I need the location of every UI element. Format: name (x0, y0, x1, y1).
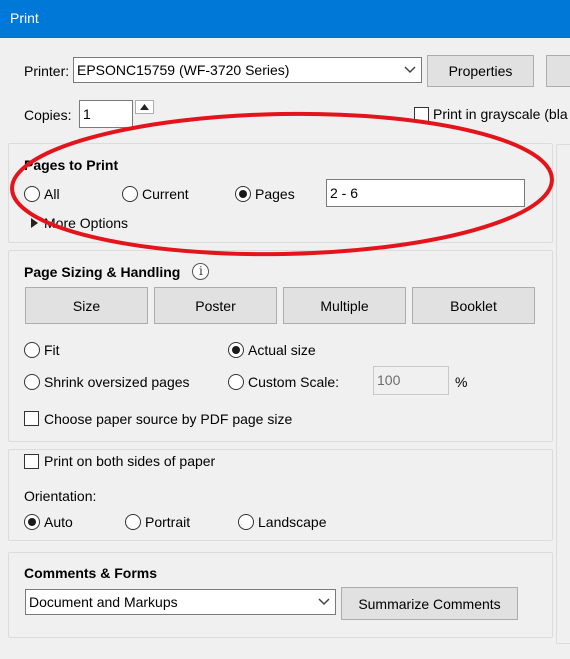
shrink-oversized-label: Shrink oversized pages (44, 374, 190, 390)
choose-paper-source-label: Choose paper source by PDF page size (44, 411, 293, 427)
tab-poster[interactable]: Poster (154, 287, 277, 324)
more-options-link[interactable]: More Options (44, 215, 128, 231)
arrow-up-icon (140, 104, 149, 110)
actual-size-radio[interactable] (228, 342, 244, 358)
summarize-comments-button[interactable]: Summarize Comments (341, 587, 518, 620)
printer-select[interactable]: EPSONC15759 (WF-3720 Series) (73, 57, 422, 83)
advanced-button[interactable] (546, 55, 570, 87)
preview-panel-edge (556, 144, 570, 644)
properties-button-label: Properties (448, 63, 513, 79)
expand-triangle-icon[interactable] (31, 218, 38, 228)
fit-label: Fit (44, 342, 60, 358)
tab-booklet[interactable]: Booklet (412, 287, 535, 324)
custom-scale-radio[interactable] (228, 374, 244, 390)
custom-scale-input[interactable]: 100 (373, 366, 449, 395)
page-range-value: 2 - 6 (330, 185, 359, 201)
both-sides-checkbox[interactable] (24, 454, 39, 469)
pages-range-label: Pages (255, 186, 295, 202)
both-sides-label: Print on both sides of paper (44, 453, 216, 469)
page-range-input[interactable]: 2 - 6 (326, 179, 525, 207)
orientation-portrait-radio[interactable] (125, 514, 141, 530)
choose-paper-source-checkbox[interactable] (24, 411, 39, 426)
tab-size-label: Size (72, 297, 101, 314)
copies-up-button[interactable] (135, 100, 154, 114)
printer-selected-value: EPSONC15759 (WF-3720 Series) (77, 62, 290, 78)
tab-multiple[interactable]: Multiple (283, 287, 406, 324)
orientation-auto-radio[interactable] (24, 514, 40, 530)
orientation-landscape-radio[interactable] (238, 514, 254, 530)
actual-size-label: Actual size (248, 342, 316, 358)
tab-multiple-label: Multiple (320, 297, 369, 314)
grayscale-checkbox[interactable] (414, 107, 429, 122)
summarize-comments-label: Summarize Comments (358, 595, 501, 612)
pages-range-radio[interactable] (235, 186, 251, 202)
orientation-auto-label: Auto (44, 514, 73, 530)
orientation-portrait-label: Portrait (145, 514, 191, 530)
info-icon[interactable]: i (192, 263, 209, 280)
properties-button[interactable]: Properties (427, 55, 534, 87)
chevron-down-icon[interactable] (399, 58, 421, 82)
printer-label: Printer: (24, 63, 70, 79)
chevron-down-icon[interactable] (313, 590, 335, 614)
comments-forms-heading: Comments & Forms (24, 565, 158, 581)
copies-value: 1 (83, 106, 91, 122)
pages-all-radio[interactable] (24, 186, 40, 202)
comments-forms-select[interactable]: Document and Markups (25, 589, 336, 615)
copies-label: Copies: (24, 107, 72, 123)
tab-booklet-label: Booklet (450, 297, 497, 314)
grayscale-label: Print in grayscale (bla (433, 106, 568, 122)
custom-scale-value: 100 (377, 372, 401, 388)
page-sizing-heading: Page Sizing & Handling (24, 264, 181, 280)
orientation-label: Orientation: (24, 488, 97, 504)
shrink-oversized-radio[interactable] (24, 374, 40, 390)
pages-all-label: All (44, 186, 60, 202)
comments-forms-selected-value: Document and Markups (29, 594, 178, 610)
percent-label: % (455, 374, 468, 390)
custom-scale-label: Custom Scale: (248, 374, 340, 390)
copies-input[interactable]: 1 (79, 100, 133, 128)
tab-size[interactable]: Size (25, 287, 148, 324)
pages-to-print-heading: Pages to Print (24, 157, 119, 173)
title-bar: Print (0, 0, 570, 38)
orientation-landscape-label: Landscape (258, 514, 327, 530)
tab-poster-label: Poster (195, 297, 236, 314)
pages-current-radio[interactable] (122, 186, 138, 202)
pages-current-label: Current (142, 186, 189, 202)
fit-radio[interactable] (24, 342, 40, 358)
window-title: Print (10, 10, 39, 26)
